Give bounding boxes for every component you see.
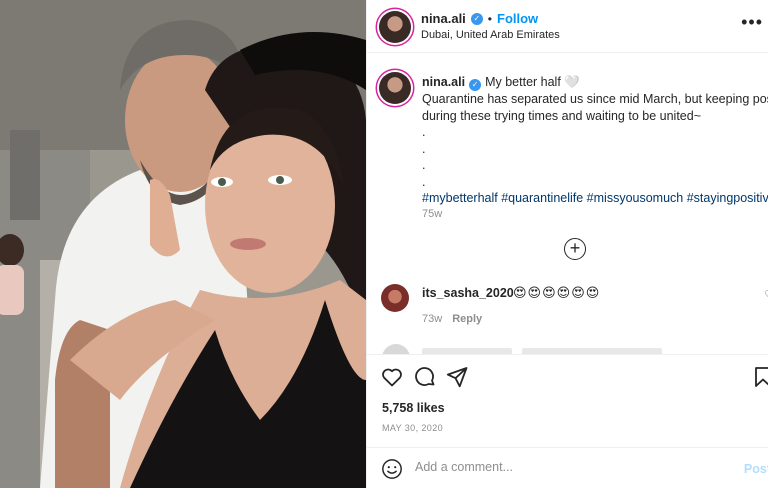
post-location[interactable]: Dubai, United Arab Emirates bbox=[421, 29, 560, 41]
comment-item: its_sasha_2020 😍😍😍😍😍😍 73w Reply ♡ bbox=[367, 282, 768, 332]
action-bar bbox=[367, 354, 768, 394]
author-line: nina.ali ✓ • Follow bbox=[421, 11, 538, 26]
caption-line-3: during these trying times and waiting to… bbox=[422, 108, 701, 123]
reply-button[interactable]: Reply bbox=[452, 313, 482, 325]
commenter-username[interactable]: its_sasha_2020 bbox=[422, 286, 514, 300]
caption-line-2: Quarantine has separated us since mid Ma… bbox=[422, 92, 768, 106]
more-options-icon[interactable]: ••• bbox=[741, 12, 763, 33]
post-date[interactable]: MAY 30, 2020 bbox=[382, 423, 443, 433]
post-header: nina.ali ✓ • Follow Dubai, United Arab E… bbox=[367, 0, 768, 53]
couple-photo-illustration bbox=[0, 0, 366, 488]
likes-count[interactable]: 5,758 likes bbox=[382, 401, 445, 415]
caption: nina.ali ✓ My better half 🤍 Quarantine has… bbox=[422, 74, 768, 207]
add-comment-input[interactable] bbox=[415, 460, 715, 474]
separator-dot: • bbox=[487, 11, 492, 26]
caption-line-1: My better half 🤍 bbox=[485, 75, 580, 89]
smiley-icon[interactable] bbox=[381, 458, 403, 480]
add-comment-bar: Post bbox=[367, 447, 768, 488]
heart-outline-icon[interactable] bbox=[380, 365, 404, 389]
comment-meta: 73w Reply bbox=[422, 313, 482, 325]
caption-hashtags[interactable]: #mybetterhalf #quarantinelife #missyouso… bbox=[422, 190, 768, 207]
caption-avatar[interactable] bbox=[379, 72, 411, 104]
post-details-panel: nina.ali ✓ • Follow Dubai, United Arab E… bbox=[366, 0, 768, 488]
comments-list[interactable]: nina.ali ✓ My better half 🤍 Quarantine has… bbox=[367, 54, 768, 354]
caption-line-4: . bbox=[422, 125, 426, 139]
commenter-avatar[interactable] bbox=[382, 344, 410, 354]
comment-item-partial bbox=[382, 344, 768, 354]
load-more-comments-button[interactable]: + bbox=[564, 238, 586, 260]
share-icon[interactable] bbox=[445, 365, 469, 389]
author-avatar[interactable] bbox=[379, 11, 411, 43]
caption-username[interactable]: nina.ali bbox=[422, 75, 465, 89]
verified-badge-icon: ✓ bbox=[469, 79, 482, 91]
comment-timestamp[interactable]: 73w bbox=[422, 313, 442, 325]
bookmark-icon[interactable] bbox=[751, 365, 768, 389]
verified-badge-icon: ✓ bbox=[470, 12, 483, 25]
caption-line-6: . bbox=[422, 158, 426, 172]
post-comment-button[interactable]: Post bbox=[744, 462, 768, 476]
commenter-avatar[interactable] bbox=[381, 284, 409, 312]
comment-text: 😍😍😍😍😍😍 bbox=[513, 285, 601, 300]
post-photo[interactable] bbox=[0, 0, 366, 488]
comment-like-heart-icon[interactable]: ♡ bbox=[764, 288, 768, 302]
caption-line-5: . bbox=[422, 141, 426, 156]
follow-button[interactable]: Follow bbox=[497, 11, 538, 26]
caption-line-7: . bbox=[422, 174, 426, 189]
author-username[interactable]: nina.ali bbox=[421, 11, 466, 26]
comment-icon[interactable] bbox=[413, 365, 437, 389]
caption-timestamp[interactable]: 75w bbox=[422, 208, 442, 220]
